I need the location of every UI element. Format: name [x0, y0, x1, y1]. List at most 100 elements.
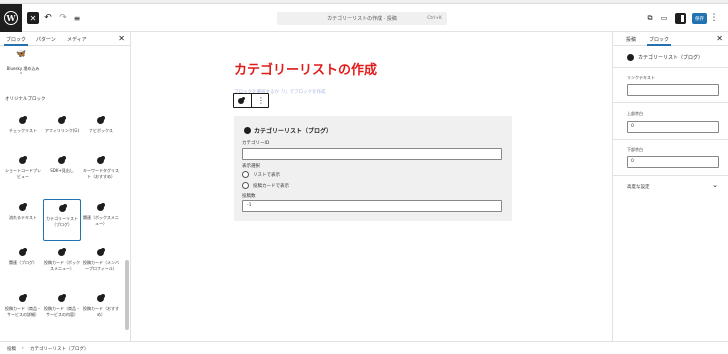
tab-media[interactable]: メディア [67, 36, 87, 43]
link-text-input[interactable] [627, 84, 719, 96]
block-icon [19, 248, 27, 256]
category-list-block[interactable]: カテゴリーリスト（ブログ） カテゴリーID 表示選択 リストで表示 投稿カードで… [234, 116, 512, 221]
block-label: ショートコードプレビュー [5, 168, 41, 179]
display-select-label: 表示選択 [242, 164, 260, 169]
inserter-tabs: ブロック パターン メディア ✕ [0, 32, 130, 46]
block-label: 投稿カード（ボックスメニュー） [44, 260, 80, 271]
radio-card-display[interactable]: 投稿カードで表示 [242, 182, 289, 189]
breadcrumb-separator: › [22, 345, 24, 351]
block-icon [19, 116, 27, 124]
block-item-sdk-heading[interactable]: SDK+見出し [43, 152, 81, 194]
block-icon [58, 294, 66, 302]
block-item-affiliate-link[interactable]: アフィリリンク(G) [43, 112, 81, 154]
block-icon [59, 204, 67, 212]
close-icon[interactable]: ✕ [716, 34, 723, 43]
block-card: カテゴリーリスト（ブログ） [627, 54, 703, 61]
block-item-post-card-box-menu[interactable]: 投稿カード（ボックスメニュー） [43, 244, 81, 286]
radio-circle[interactable] [242, 182, 249, 189]
block-item-post-card-service-content[interactable]: 投稿カード（商品・サービスの内容） [43, 290, 81, 332]
tab-patterns[interactable]: パターン [36, 36, 56, 43]
tab-post[interactable]: 投稿 [626, 36, 636, 43]
link-text-label: リンクテキスト [627, 75, 655, 80]
block-item-marquee-text[interactable]: 流れるテキスト [4, 199, 42, 241]
breadcrumb-post[interactable]: 投稿 [7, 346, 16, 352]
save-button[interactable]: 保存 [692, 13, 707, 24]
block-item-post-card-member-profile[interactable]: 投稿カード（メンバープロフィール） [82, 244, 120, 286]
block-inserter-panel: ブロック パターン メディア ✕ 🦋 Bluesky 埋め込み ⌃ オリジナルブ… [0, 32, 131, 341]
block-icon [97, 116, 105, 124]
block-label: SDK+見出し [50, 168, 74, 173]
inserter-scrollbar[interactable] [125, 260, 129, 330]
close-icon[interactable]: ✕ [118, 34, 125, 43]
block-item-related-box-menu[interactable]: 関連（ボックスメニュー） [82, 199, 120, 241]
block-label: 投稿カード（メンバープロフィール） [83, 260, 119, 271]
editor-top-bar: W ✕ ↶ ↷ ≡ カテゴリーリストの作成 · 投稿 Ctrl+K ⧉ ▭ 保存… [0, 4, 728, 32]
block-item-keyword-tag-list[interactable]: キーワードタグリスト（おすすめ） [82, 152, 120, 194]
block-item-post-card-service-detail[interactable]: 投稿カード（商品・サービスの詳細） [4, 290, 42, 332]
block-label: 関連（ブログ） [9, 260, 37, 265]
view-post-icon[interactable]: ⧉ [645, 11, 655, 25]
section-title: オリジナルブロック [5, 97, 46, 102]
divider [613, 139, 728, 140]
block-icon [97, 294, 105, 302]
divider [613, 175, 728, 176]
block-options-icon[interactable]: ⋮ [255, 96, 267, 105]
block-item-post-card-recommended[interactable]: 投稿カード（おすすめ） [82, 290, 120, 332]
block-label: 投稿カード（商品・サービスの内容） [44, 306, 80, 317]
tab-blocks[interactable]: ブロック [3, 36, 29, 46]
post-count-input[interactable]: -1 [242, 200, 502, 212]
document-bar[interactable]: カテゴリーリストの作成 · 投稿 Ctrl+K [277, 12, 447, 25]
preview-icon[interactable]: ▭ [659, 11, 669, 25]
radio-label: リストで表示 [253, 172, 280, 178]
top-margin-input[interactable]: 0 [627, 121, 719, 133]
block-label: 投稿カード（商品・サービスの詳細） [5, 306, 41, 317]
block-logo-icon [244, 127, 251, 134]
command-shortcut: Ctrl+K [427, 15, 442, 21]
radio-list-display[interactable]: リストで表示 [242, 171, 280, 178]
block-label: キーワードタグリスト（おすすめ） [83, 168, 119, 179]
block-label: 投稿カード（おすすめ） [83, 306, 119, 317]
block-label: チェックリスト [9, 128, 37, 133]
block-breadcrumb: 投稿 › カテゴリーリスト（ブログ） [0, 341, 728, 354]
divider [613, 102, 728, 103]
undo-icon[interactable]: ↶ [43, 11, 53, 25]
advanced-settings-toggle[interactable]: 高度な設定 [627, 184, 650, 190]
top-margin-label: 上部余白 [627, 111, 643, 116]
block-item-shortcode-preview[interactable]: ショートコードプレビュー [4, 152, 42, 194]
block-item-checklist[interactable]: チェックリスト [4, 112, 42, 154]
block-icon [97, 156, 105, 164]
settings-sidebar: 投稿 ブロック ✕ カテゴリーリスト（ブログ） リンクテキスト 上部余白 0 下… [612, 32, 728, 341]
block-icon [19, 156, 27, 164]
block-icon [19, 203, 27, 211]
chevron-down-icon[interactable]: ⌄ [712, 181, 718, 189]
category-id-label: カテゴリーID [242, 141, 270, 146]
bottom-margin-label: 下部余白 [627, 147, 643, 152]
block-label: カテゴリーリスト（ブログ） [46, 216, 78, 227]
radio-circle[interactable] [242, 171, 249, 178]
block-icon [19, 294, 27, 302]
block-item-category-list-blog[interactable]: カテゴリーリスト（ブログ） [43, 199, 81, 241]
block-item-navbox[interactable]: ナビボックス [82, 112, 120, 154]
document-title: カテゴリーリストの作成 · 投稿 [327, 16, 397, 22]
block-icon [58, 116, 66, 124]
block-item-related-blog[interactable]: 関連（ブログ） [4, 244, 42, 286]
bottom-margin-input[interactable]: 0 [627, 156, 719, 168]
block-icon [58, 248, 66, 256]
post-title[interactable]: カテゴリーリストの作成 [234, 59, 377, 78]
block-type-icon[interactable] [238, 97, 246, 105]
toolbar-divider [251, 94, 252, 107]
close-inserter-button[interactable]: ✕ [27, 12, 39, 24]
post-count-label: 投稿数 [242, 194, 256, 199]
redo-icon[interactable]: ↷ [58, 11, 68, 25]
wordpress-logo-button[interactable]: W [0, 4, 22, 32]
category-id-input[interactable] [242, 148, 502, 160]
block-card-title: カテゴリーリスト（ブログ） [638, 55, 704, 61]
block-label: 流れるテキスト [9, 215, 37, 220]
tab-block[interactable]: ブロック [646, 36, 672, 46]
settings-sidebar-icon[interactable] [675, 13, 686, 24]
divider [613, 67, 728, 68]
breadcrumb-block[interactable]: カテゴリーリスト（ブログ） [30, 346, 89, 352]
list-view-icon[interactable]: ≡ [72, 11, 82, 25]
editor-canvas: カテゴリーリストの作成 ブロックを選択するか「/」でブロックを作成 ⋮ カテゴリ… [131, 32, 612, 341]
more-options-icon[interactable]: ⋮ [710, 11, 719, 25]
